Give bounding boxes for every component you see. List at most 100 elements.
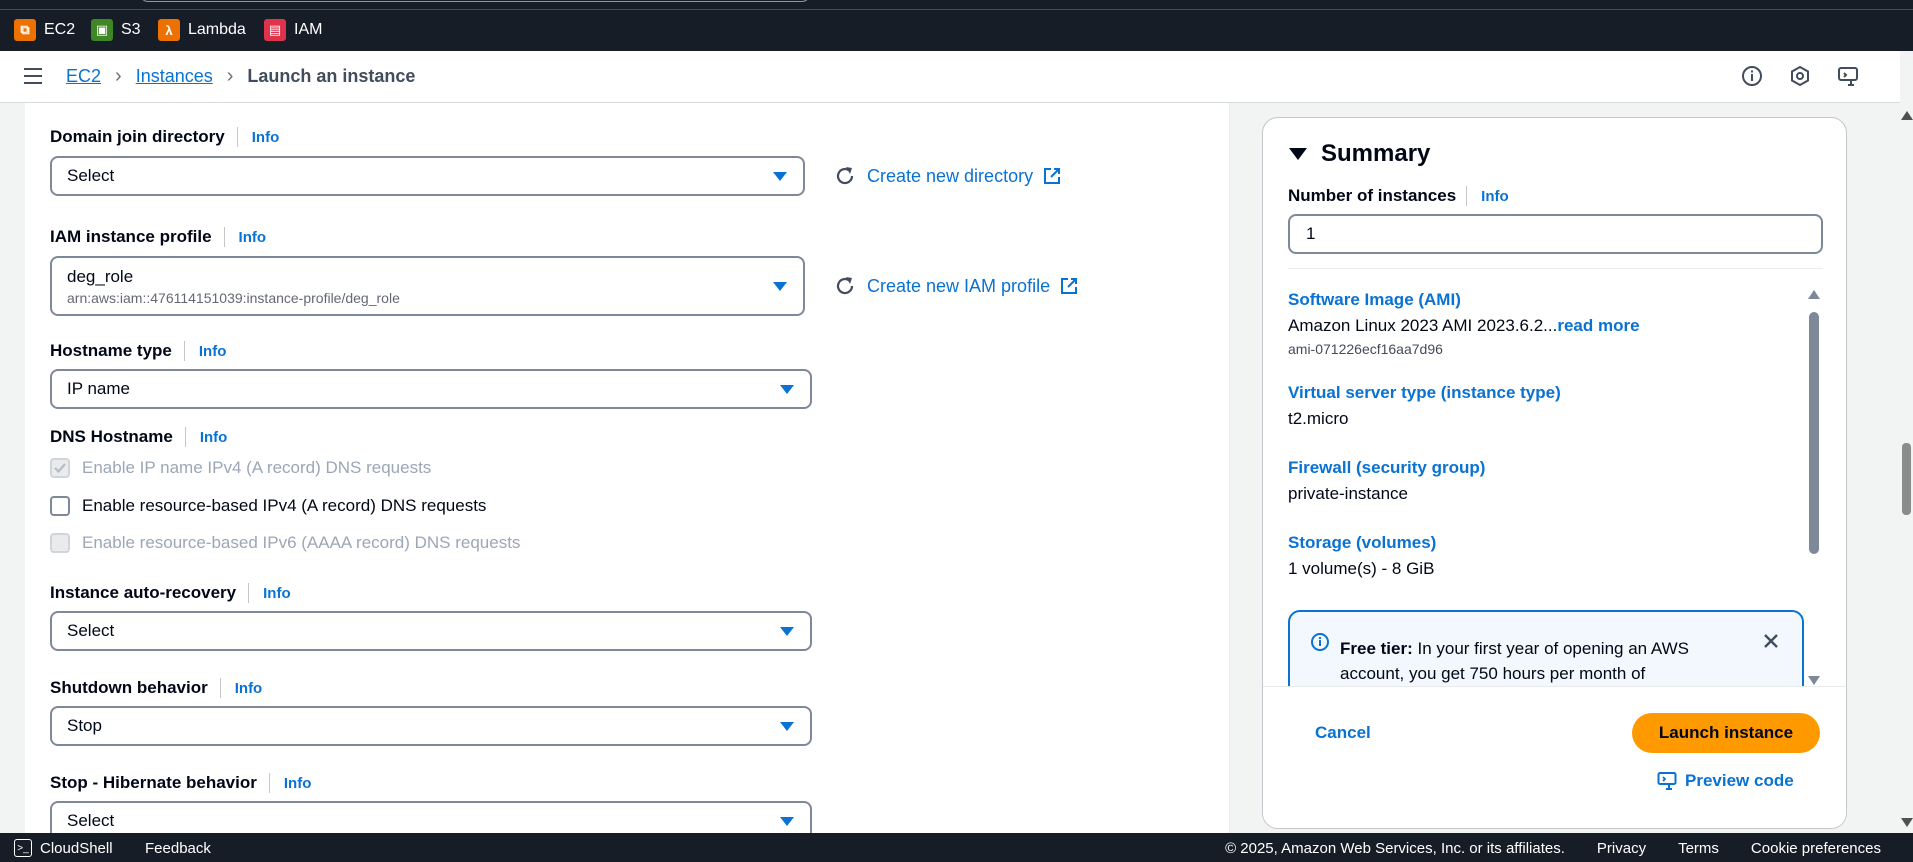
shutdown-behavior-select[interactable]: Stop bbox=[50, 706, 812, 746]
scroll-thumb[interactable] bbox=[1809, 312, 1819, 554]
iam-profile-label: IAM instance profile Info bbox=[50, 227, 266, 247]
info-link[interactable]: Info bbox=[252, 129, 280, 146]
launch-instance-button[interactable]: Launch instance bbox=[1632, 713, 1820, 753]
code-view-icon[interactable] bbox=[1836, 64, 1860, 88]
summary-ami-value: Amazon Linux 2023 AMI 2023.6.2...read mo… bbox=[1288, 316, 1640, 336]
privacy-link[interactable]: Privacy bbox=[1597, 840, 1646, 857]
favorite-lambda[interactable]: λ Lambda bbox=[158, 18, 246, 42]
select-value: Select bbox=[67, 621, 115, 640]
info-link[interactable]: Info bbox=[263, 585, 291, 602]
breadcrumb-current: Launch an instance bbox=[247, 66, 416, 86]
read-more-link[interactable]: read more bbox=[1557, 316, 1639, 335]
checkbox-box bbox=[50, 496, 70, 516]
favorite-s3[interactable]: ▣ S3 bbox=[91, 18, 141, 42]
favorite-iam[interactable]: ▤ IAM bbox=[264, 18, 322, 42]
cancel-button[interactable]: Cancel bbox=[1315, 723, 1371, 743]
hamburger-menu-icon[interactable] bbox=[24, 68, 42, 84]
select-value: deg_role bbox=[67, 266, 134, 286]
feedback-link[interactable]: Feedback bbox=[145, 840, 211, 857]
summary-ami-id: ami-071226ecf16aa7d96 bbox=[1288, 341, 1443, 357]
iam-profile-select[interactable]: deg_role arn:aws:iam::476114151039:insta… bbox=[50, 256, 805, 316]
summary-title: Summary bbox=[1321, 140, 1431, 167]
chevron-right-icon: › bbox=[226, 65, 234, 87]
iam-icon: ▤ bbox=[264, 19, 286, 41]
create-directory-action: Create new directory bbox=[833, 164, 1061, 188]
auto-recovery-label: Instance auto-recovery Info bbox=[50, 583, 291, 603]
info-link[interactable]: Info bbox=[284, 775, 312, 792]
hibernate-behavior-select[interactable]: Select bbox=[50, 801, 812, 833]
info-link[interactable]: Info bbox=[200, 429, 228, 446]
breadcrumb-instances[interactable]: Instances bbox=[136, 66, 213, 87]
refresh-icon[interactable] bbox=[833, 274, 857, 298]
summary-firewall-value: private-instance bbox=[1288, 484, 1409, 503]
ami-name: Amazon Linux 2023 AMI 2023.6.2... bbox=[1288, 316, 1558, 335]
info-link[interactable]: Info bbox=[239, 229, 267, 246]
checkbox-box bbox=[50, 458, 70, 478]
favorite-label: IAM bbox=[294, 21, 323, 38]
free-tier-bold: Free tier: bbox=[1340, 639, 1413, 658]
favorite-label: S3 bbox=[121, 21, 141, 38]
breadcrumb-ec2[interactable]: EC2 bbox=[66, 66, 101, 87]
scroll-up-icon[interactable] bbox=[1808, 290, 1820, 299]
create-iam-action: Create new IAM profile bbox=[833, 274, 1078, 298]
summary-ami: Software Image (AMI) Amazon Linux 2023 A… bbox=[1288, 290, 1640, 357]
checkbox-label: Enable resource-based IPv4 (A record) DN… bbox=[82, 496, 487, 515]
caret-down-icon bbox=[1289, 148, 1307, 160]
caret-down-icon bbox=[780, 816, 794, 826]
settings-icon[interactable] bbox=[1788, 64, 1812, 88]
summary-instance-type-link[interactable]: Virtual server type (instance type) bbox=[1288, 383, 1561, 403]
info-link[interactable]: Info bbox=[199, 343, 227, 360]
auto-recovery-select[interactable]: Select bbox=[50, 611, 812, 651]
preview-code-button[interactable]: Preview code bbox=[1657, 771, 1794, 791]
caret-down-icon bbox=[780, 384, 794, 394]
cloudshell-button[interactable]: >_ CloudShell bbox=[14, 839, 113, 857]
create-iam-profile-link[interactable]: Create new IAM profile bbox=[867, 276, 1050, 297]
info-icon[interactable] bbox=[1740, 64, 1764, 88]
terms-link[interactable]: Terms bbox=[1678, 840, 1719, 857]
scroll-thumb[interactable] bbox=[1902, 443, 1911, 515]
hostname-type-select[interactable]: IP name bbox=[50, 369, 812, 409]
summary-instance-type-value: t2.micro bbox=[1288, 409, 1349, 428]
ec2-icon: ⧉ bbox=[14, 19, 36, 41]
close-icon[interactable] bbox=[1762, 632, 1780, 650]
summary-ami-link[interactable]: Software Image (AMI) bbox=[1288, 290, 1640, 310]
select-subtext: arn:aws:iam::476114151039:instance-profi… bbox=[67, 289, 400, 306]
footer: >_ CloudShell Feedback © 2025, Amazon We… bbox=[0, 833, 1913, 862]
select-value: Stop bbox=[67, 716, 102, 735]
refresh-icon[interactable] bbox=[833, 164, 857, 188]
code-view-icon bbox=[1657, 772, 1677, 790]
summary-heading[interactable]: Summary bbox=[1289, 140, 1430, 168]
select-value: IP name bbox=[67, 379, 131, 398]
scroll-down-icon[interactable] bbox=[1901, 818, 1913, 827]
cookie-preferences-link[interactable]: Cookie preferences bbox=[1751, 840, 1881, 857]
num-instances-input[interactable]: 1 bbox=[1288, 214, 1823, 254]
favorite-label: EC2 bbox=[44, 21, 76, 38]
caret-down-icon bbox=[780, 626, 794, 636]
breadcrumb-bar: EC2 › Instances › Launch an instance bbox=[0, 51, 1900, 103]
summary-instance-type: Virtual server type (instance type) t2.m… bbox=[1288, 383, 1561, 429]
dns-ipv4-resource-checkbox[interactable]: Enable resource-based IPv4 (A record) DN… bbox=[50, 496, 486, 516]
caret-down-icon bbox=[780, 721, 794, 731]
hibernate-behavior-label: Stop - Hibernate behavior Info bbox=[50, 773, 311, 793]
favorite-ec2[interactable]: ⧉ EC2 bbox=[14, 18, 75, 42]
summary-storage-link[interactable]: Storage (volumes) bbox=[1288, 533, 1436, 553]
scroll-up-icon[interactable] bbox=[1901, 111, 1913, 120]
external-link-icon bbox=[1060, 277, 1078, 295]
footer-links: © 2025, Amazon Web Services, Inc. or its… bbox=[1225, 840, 1881, 857]
summary-scrollbar[interactable] bbox=[1806, 290, 1822, 685]
label-text: Number of instances bbox=[1288, 186, 1457, 205]
checkbox-label: Enable resource-based IPv6 (AAAA record)… bbox=[82, 533, 521, 552]
search-box[interactable] bbox=[140, 0, 810, 2]
domain-join-select[interactable]: Select bbox=[50, 156, 805, 196]
dns-ipv6-resource-checkbox[interactable]: Enable resource-based IPv6 (AAAA record)… bbox=[50, 533, 520, 553]
page-scrollbar[interactable] bbox=[1900, 103, 1913, 833]
scroll-down-icon[interactable] bbox=[1808, 676, 1820, 685]
summary-firewall-link[interactable]: Firewall (security group) bbox=[1288, 458, 1485, 478]
create-directory-link[interactable]: Create new directory bbox=[867, 166, 1033, 187]
dns-ipv4-ipname-checkbox[interactable]: Enable IP name IPv4 (A record) DNS reque… bbox=[50, 458, 431, 478]
caret-down-icon bbox=[773, 171, 787, 181]
divider bbox=[0, 9, 1913, 10]
info-link[interactable]: Info bbox=[235, 680, 263, 697]
cloudshell-label: CloudShell bbox=[40, 839, 113, 857]
info-link[interactable]: Info bbox=[1481, 188, 1509, 205]
